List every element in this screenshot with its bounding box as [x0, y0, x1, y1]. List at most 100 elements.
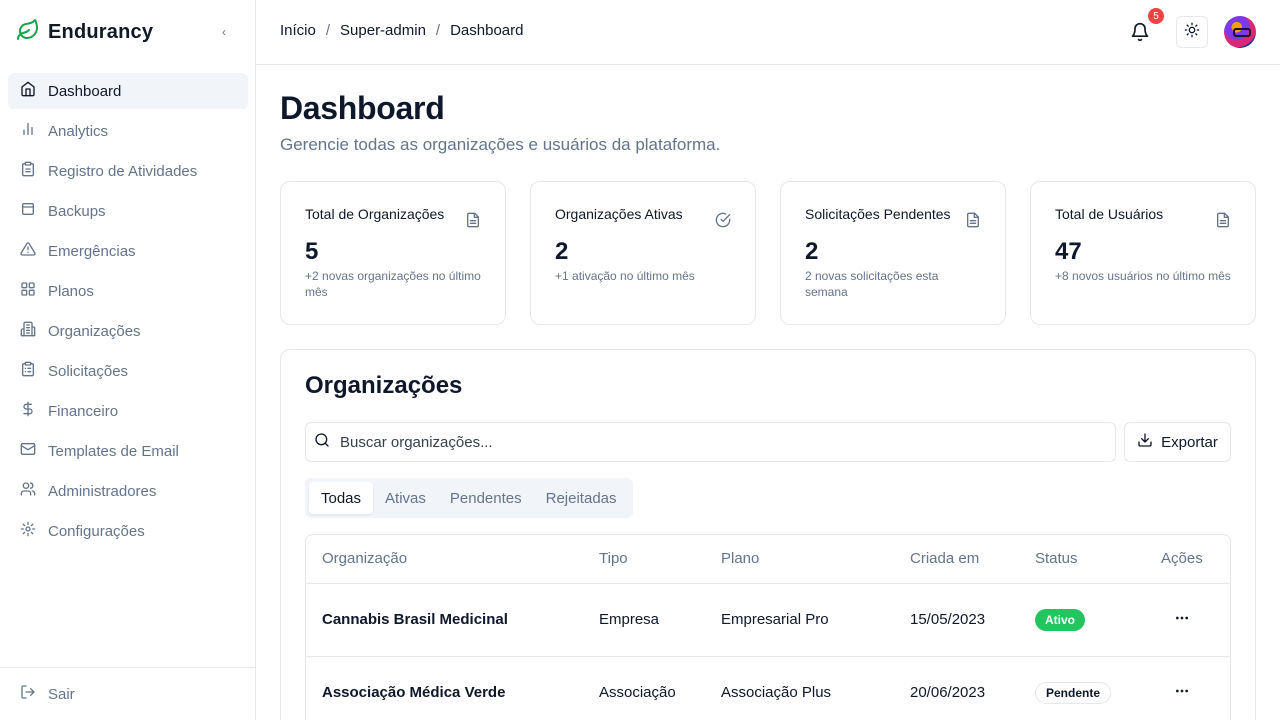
settings-icon: [20, 521, 36, 541]
stat-value: 47: [1055, 238, 1082, 265]
sidebar-item-label: Templates de Email: [48, 442, 179, 460]
sidebar-item-email-templates[interactable]: Templates de Email: [8, 433, 248, 469]
sidebar-item-label: Administradores: [48, 482, 157, 500]
collapse-sidebar-button[interactable]: ‹: [214, 22, 234, 42]
organization-plan: Associação Plus: [721, 684, 832, 701]
stat-value: 2: [805, 238, 819, 265]
stat-card-total-users: Total de Usuários 47 +8 novos usuários n…: [1030, 181, 1256, 325]
sidebar-item-settings[interactable]: Configurações: [8, 513, 248, 549]
alert-triangle-icon: [20, 241, 36, 261]
sidebar-item-dashboard[interactable]: Dashboard: [8, 73, 248, 109]
grid-icon: [20, 281, 36, 301]
column-header-status: Status: [1035, 550, 1078, 567]
organization-created: 15/05/2023: [910, 611, 986, 628]
breadcrumb-super-admin[interactable]: Super-admin: [340, 22, 426, 39]
stat-note: +1 ativação no último mês: [555, 269, 695, 283]
table-header: Organização Tipo Plano Criada em Status …: [306, 535, 1230, 584]
search-icon: [314, 432, 330, 453]
organizations-title: Organizações: [305, 372, 463, 399]
sidebar-item-label: Configurações: [48, 522, 145, 540]
column-header-created: Criada em: [910, 550, 980, 567]
bar-chart-icon: [20, 121, 36, 141]
sidebar-item-analytics[interactable]: Analytics: [8, 113, 248, 149]
notification-count-badge: 5: [1148, 8, 1164, 24]
search-box: [305, 422, 1116, 462]
organizations-table: Organização Tipo Plano Criada em Status …: [305, 534, 1231, 720]
sidebar: Endurancy ‹ Dashboard Analytics Registro…: [0, 0, 256, 720]
organization-type: Empresa: [599, 611, 660, 628]
stat-value: 2: [555, 238, 569, 265]
table-row[interactable]: Cannabis Brasil Medicinal Empresa Empres…: [306, 584, 1230, 657]
user-avatar[interactable]: [1224, 16, 1256, 48]
sidebar-item-label: Emergências: [48, 242, 136, 260]
breadcrumb: Início / Super-admin / Dashboard: [280, 22, 523, 39]
organization-name: Cannabis Brasil Medicinal: [322, 611, 508, 628]
organization-created: 20/06/2023: [910, 684, 986, 701]
file-icon: [965, 212, 981, 228]
file-icon: [465, 212, 481, 228]
status-tabs: Todas Ativas Pendentes Rejeitadas: [305, 478, 633, 518]
stat-label: Solicitações Pendentes: [805, 206, 951, 222]
sidebar-nav: Dashboard Analytics Registro de Atividad…: [8, 73, 248, 553]
sidebar-item-requests[interactable]: Solicitações: [8, 353, 248, 389]
export-button[interactable]: Exportar: [1124, 422, 1231, 462]
building-icon: [20, 321, 36, 341]
sidebar-footer: Sair: [0, 667, 256, 720]
row-actions-button[interactable]: [1170, 681, 1194, 705]
clipboard-icon: [20, 161, 36, 181]
sidebar-item-emergencies[interactable]: Emergências: [8, 233, 248, 269]
bell-icon: [1128, 22, 1152, 48]
users-icon: [20, 481, 36, 501]
more-horizontal-icon: [1174, 610, 1190, 631]
breadcrumb-home[interactable]: Início: [280, 22, 316, 39]
notifications-button[interactable]: [1128, 20, 1152, 44]
theme-toggle-button[interactable]: [1176, 16, 1208, 48]
stat-note: +8 novos usuários no último mês: [1055, 269, 1231, 283]
sidebar-item-label: Organizações: [48, 322, 141, 340]
status-badge: Pendente: [1035, 682, 1112, 704]
logout-label: Sair: [48, 685, 75, 703]
stat-note: +2 novas organizações no último mês: [305, 269, 481, 299]
stat-card-total-organizations: Total de Organizações 5 +2 novas organiz…: [280, 181, 506, 325]
organization-name: Associação Médica Verde: [322, 684, 506, 701]
sidebar-item-activity-log[interactable]: Registro de Atividades: [8, 153, 248, 189]
stat-card-active-organizations: Organizações Ativas 2 +1 ativação no últ…: [530, 181, 756, 325]
tab-pending[interactable]: Pendentes: [438, 482, 534, 514]
page-subtitle: Gerencie todas as organizações e usuário…: [280, 135, 721, 154]
stat-label: Total de Organizações: [305, 206, 445, 222]
sidebar-item-label: Registro de Atividades: [48, 162, 198, 180]
organization-plan: Empresarial Pro: [721, 611, 829, 628]
download-icon: [1137, 432, 1153, 452]
sidebar-item-backups[interactable]: Backups: [8, 193, 248, 229]
check-circle-icon: [715, 212, 731, 228]
tab-rejected[interactable]: Rejeitadas: [534, 482, 629, 514]
table-row[interactable]: Associação Médica Verde Associação Assoc…: [306, 657, 1230, 720]
sun-icon: [1184, 22, 1200, 43]
tab-active[interactable]: Ativas: [373, 482, 438, 514]
database-icon: [20, 201, 36, 221]
sidebar-item-label: Financeiro: [48, 402, 119, 420]
clipboard-list-icon: [20, 361, 36, 381]
breadcrumb-separator: /: [325, 22, 331, 39]
more-horizontal-icon: [1174, 683, 1190, 704]
export-label: Exportar: [1161, 433, 1218, 451]
dollar-icon: [20, 401, 36, 421]
sidebar-item-finance[interactable]: Financeiro: [8, 393, 248, 429]
leaf-logo-icon: [16, 18, 40, 47]
sidebar-item-label: Analytics: [48, 122, 109, 140]
breadcrumb-current: Dashboard: [450, 22, 524, 39]
stat-label: Total de Usuários: [1055, 206, 1164, 222]
column-header-actions: Ações: [1161, 550, 1203, 567]
column-header-organization: Organização: [322, 550, 408, 567]
sidebar-item-administrators[interactable]: Administradores: [8, 473, 248, 509]
brand[interactable]: Endurancy: [16, 18, 153, 46]
sidebar-item-label: Solicitações: [48, 362, 129, 380]
logout-button[interactable]: Sair: [20, 684, 75, 704]
organization-type: Associação: [599, 684, 676, 701]
column-header-plan: Plano: [721, 550, 760, 567]
sidebar-item-organizations[interactable]: Organizações: [8, 313, 248, 349]
row-actions-button[interactable]: [1170, 608, 1194, 632]
search-input[interactable]: [340, 433, 1100, 451]
sidebar-item-plans[interactable]: Planos: [8, 273, 248, 309]
tab-all[interactable]: Todas: [309, 482, 374, 514]
